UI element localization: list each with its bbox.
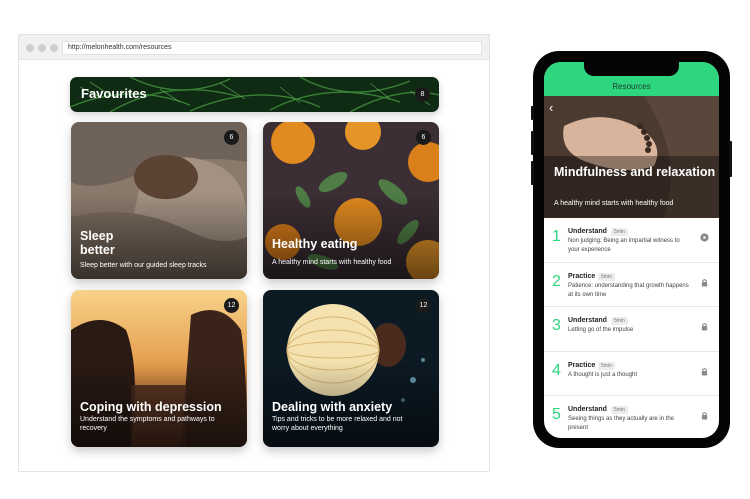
lock-icon bbox=[701, 367, 708, 376]
phone-volume-down-button bbox=[531, 161, 534, 185]
phone-volume-up-button bbox=[531, 131, 534, 155]
card-title: Healthy eating bbox=[272, 237, 358, 251]
list-item[interactable]: 3 Understand 5min Letting go of the impu… bbox=[544, 307, 719, 352]
window-minimize-dot[interactable] bbox=[38, 44, 46, 52]
list-item[interactable]: 4 Practice 5min A thought is just a thou… bbox=[544, 352, 719, 396]
browser-toolbar: http://melonhealth.com/resources bbox=[19, 35, 489, 60]
back-arrow-icon[interactable]: ‹ bbox=[549, 100, 553, 115]
duration-tag: 5min bbox=[598, 272, 615, 281]
address-bar[interactable]: http://melonhealth.com/resources bbox=[62, 41, 482, 55]
card-subtitle: Tips and tricks to be more relaxed and n… bbox=[272, 416, 403, 432]
card-subtitle: A healthy mind starts with healthy food bbox=[272, 259, 392, 266]
phone-power-button bbox=[729, 141, 732, 177]
favourites-count-badge: 8 bbox=[415, 87, 430, 102]
browser-window: http://melonhealth.com/resources Favouri… bbox=[18, 34, 490, 472]
step-description: Non judging: Being an impartial witness … bbox=[568, 238, 680, 253]
step-number: 1 bbox=[552, 228, 561, 245]
card-subtitle: Sleep better with our guided sleep track… bbox=[80, 262, 207, 269]
card-coping-with-depression[interactable]: 12 Coping with depression Understand the… bbox=[71, 290, 247, 447]
step-number: 3 bbox=[552, 317, 561, 334]
step-description: A thought is just a thought bbox=[568, 371, 638, 378]
card-title: Sleep better bbox=[80, 229, 115, 257]
hero-banner: ‹ Mindfulness and relaxation A healthy m… bbox=[544, 96, 719, 218]
step-type: Practice bbox=[568, 361, 596, 369]
duration-tag: 5min bbox=[611, 406, 628, 414]
app-header: Resources bbox=[544, 62, 719, 96]
list-item[interactable]: 2 Practice 5min Patience: understanding … bbox=[544, 263, 719, 307]
card-healthy-eating[interactable]: 6 Healthy eating A healthy mind starts w… bbox=[263, 122, 439, 279]
lock-icon bbox=[701, 323, 708, 331]
step-type: Understand bbox=[568, 317, 607, 324]
phone-mute-button bbox=[531, 106, 534, 120]
card-title: Coping with depression bbox=[80, 400, 222, 414]
card-dealing-with-anxiety[interactable]: 12 Dealing with anxiety Tips and tricks … bbox=[263, 290, 439, 447]
duration-tag: 5min bbox=[598, 361, 615, 370]
duration-tag: 5min bbox=[611, 228, 628, 236]
favourites-title: Favourites bbox=[81, 86, 147, 101]
step-number: 4 bbox=[552, 361, 561, 379]
app-title: Resources bbox=[612, 82, 651, 91]
step-type: Understand bbox=[568, 228, 607, 235]
card-count-badge: 6 bbox=[416, 130, 431, 145]
step-number: 5 bbox=[552, 406, 561, 423]
window-maximize-dot[interactable] bbox=[50, 44, 58, 52]
duration-tag: 5min bbox=[611, 317, 628, 325]
step-number: 2 bbox=[552, 272, 561, 290]
hero-title: Mindfulness and relaxation bbox=[554, 165, 716, 179]
phone-notch bbox=[584, 62, 679, 76]
step-description: Patience: understanding that growth happ… bbox=[568, 282, 689, 298]
lock-icon bbox=[701, 278, 708, 287]
window-close-dot[interactable] bbox=[26, 44, 34, 52]
card-title: Dealing with anxiety bbox=[272, 400, 393, 414]
card-count-badge: 6 bbox=[224, 130, 239, 145]
card-subtitle: Understand the symptoms and pathways to … bbox=[80, 416, 215, 432]
step-type: Practice bbox=[568, 272, 596, 280]
phone-screen: Resources ‹ Mindfulness and relaxation A… bbox=[544, 62, 719, 438]
card-count-badge: 12 bbox=[416, 298, 431, 313]
list-item[interactable]: 5 Understand 5min Seeing things as they … bbox=[544, 396, 719, 438]
step-description: Seeing things as they actually are in th… bbox=[568, 416, 675, 431]
step-type: Understand bbox=[568, 406, 607, 413]
list-item[interactable]: 1 Understand 5min Non judging: Being an … bbox=[544, 218, 719, 263]
phone-device: Resources ‹ Mindfulness and relaxation A… bbox=[531, 51, 732, 448]
step-description: Letting go of the impulse bbox=[568, 327, 634, 333]
card-sleep-better[interactable]: 6 Sleep better Sleep better with our gui… bbox=[71, 122, 247, 279]
steps-list: 1 Understand 5min Non judging: Being an … bbox=[544, 218, 719, 438]
hero-subtitle: A healthy mind starts with healthy food bbox=[554, 200, 674, 207]
card-count-badge: 12 bbox=[224, 298, 239, 313]
favourites-banner[interactable]: Favourites 8 bbox=[70, 77, 439, 112]
play-icon[interactable] bbox=[700, 233, 709, 242]
lock-icon bbox=[701, 412, 708, 420]
